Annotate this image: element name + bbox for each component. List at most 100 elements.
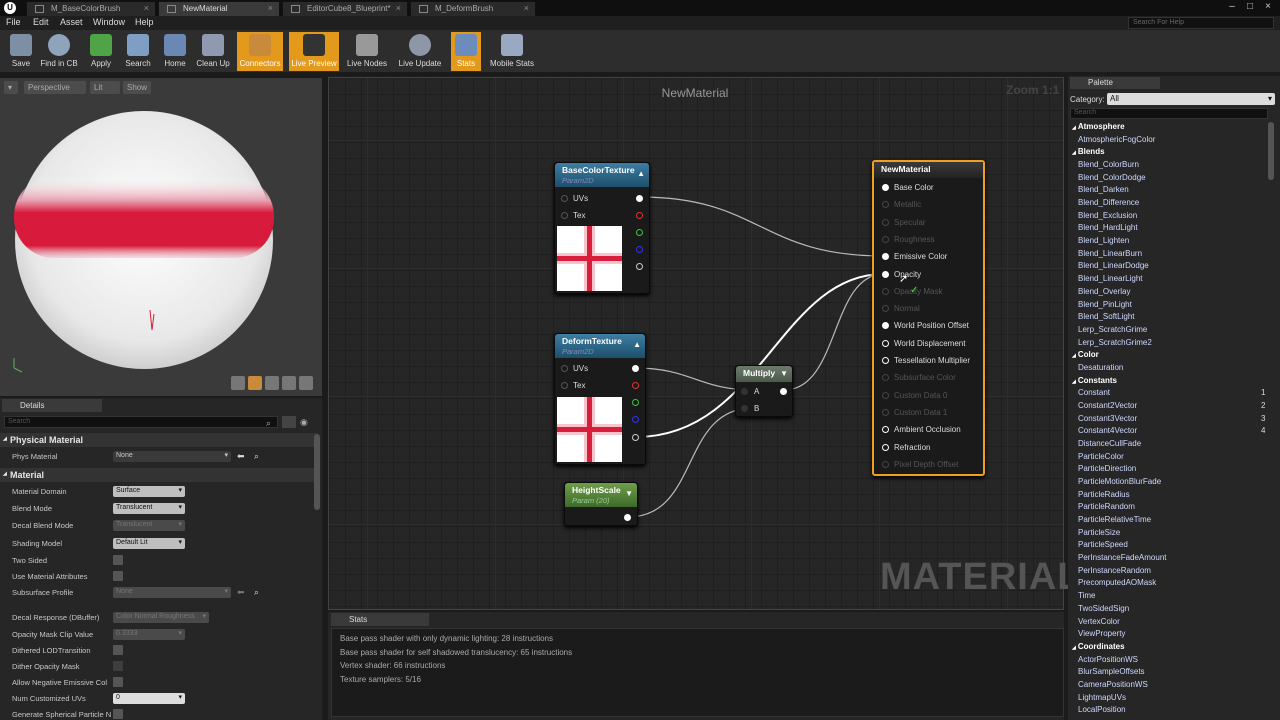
tab-newmaterial[interactable]: NewMaterial × — [158, 1, 280, 16]
result-output-pin[interactable] — [780, 388, 787, 395]
view-options-icon[interactable] — [282, 416, 296, 428]
palette-item[interactable]: Constant4Vector — [1078, 426, 1137, 435]
palette-item[interactable]: ParticleSize — [1078, 528, 1120, 537]
perspective-button[interactable]: Perspective — [24, 81, 86, 94]
palette-item[interactable]: BlurSampleOffsets — [1078, 667, 1145, 676]
material-input-pin[interactable] — [882, 218, 889, 226]
details-tab[interactable]: Details — [2, 399, 102, 412]
palette-item[interactable]: AtmosphericFogColor — [1078, 135, 1155, 144]
preview-viewport[interactable] — [0, 78, 322, 396]
collapse-icon[interactable]: ▲ — [633, 340, 641, 349]
material-category[interactable]: Material ◢ — [0, 468, 318, 482]
dithered-lod-checkbox[interactable] — [113, 645, 123, 655]
allow-negative-checkbox[interactable] — [113, 677, 123, 687]
palette-item[interactable]: Blend_Darken — [1078, 185, 1129, 194]
tex-input-pin[interactable] — [561, 212, 568, 219]
material-input-pin[interactable] — [882, 426, 889, 434]
stats-tab[interactable]: Stats — [331, 613, 429, 626]
num-customized-uvs-input[interactable]: 0 — [113, 693, 185, 704]
details-scrollbar[interactable] — [314, 434, 320, 510]
live-nodes-button[interactable]: Live Nodes — [346, 32, 388, 71]
r-output-pin[interactable] — [632, 382, 639, 389]
details-search-input[interactable]: Search — [4, 416, 278, 428]
material-input-pin[interactable] — [882, 270, 889, 278]
show-button[interactable]: Show — [123, 81, 151, 94]
viewport-options-icon[interactable]: ▾ — [4, 81, 18, 94]
search-button[interactable]: Search — [119, 32, 157, 71]
menu-asset[interactable]: Asset — [60, 17, 83, 27]
palette-item[interactable]: Desaturation — [1078, 363, 1123, 372]
palette-item[interactable]: Time — [1078, 591, 1095, 600]
palette-item[interactable]: ParticleDirection — [1078, 464, 1136, 473]
node-multiply[interactable]: Multiply ▼ A B — [735, 365, 793, 417]
apply-button[interactable]: Apply — [82, 32, 120, 71]
palette-item[interactable]: Blend_Exclusion — [1078, 211, 1137, 220]
tex-input-pin[interactable] — [561, 382, 568, 389]
material-input-pin[interactable] — [882, 322, 889, 330]
browse-icon[interactable]: ⌕ — [254, 587, 259, 598]
opacity-mask-clip-input[interactable]: 0.3333 — [113, 629, 185, 640]
palette-item[interactable]: ParticleRelativeTime — [1078, 515, 1151, 524]
material-input-pin[interactable] — [882, 305, 889, 313]
material-input-pin[interactable] — [882, 235, 889, 243]
material-domain-dropdown[interactable]: Surface — [113, 486, 185, 497]
close-icon[interactable]: × — [524, 3, 529, 13]
stats-button[interactable]: Stats — [451, 32, 481, 71]
material-input-pin[interactable] — [882, 357, 889, 364]
palette-category[interactable]: ◢ Blends — [1072, 147, 1105, 156]
material-input-pin[interactable] — [882, 408, 889, 416]
palette-scrollbar[interactable] — [1268, 122, 1274, 180]
palette-item[interactable]: Lerp_ScratchGrime2 — [1078, 338, 1152, 347]
shading-model-dropdown[interactable]: Default Lit — [113, 538, 185, 549]
palette-item[interactable]: Blend_Overlay — [1078, 287, 1130, 296]
palette-item[interactable]: Blend_PinLight — [1078, 300, 1132, 309]
material-input-pin[interactable] — [882, 339, 889, 347]
node-base-color-texture[interactable]: BaseColorTexture Param2D ▲ UVs Tex — [554, 162, 650, 294]
node-height-scale[interactable]: HeightScale Param (20) ▼ — [564, 482, 638, 526]
a-output-pin[interactable] — [632, 434, 639, 441]
palette-item[interactable]: Blend_LinearLight — [1078, 274, 1143, 283]
palette-item[interactable]: ParticleSpeed — [1078, 540, 1128, 549]
lit-button[interactable]: Lit — [90, 81, 120, 94]
palette-item[interactable]: DistanceCullFade — [1078, 439, 1141, 448]
tab-m-basecolorbrush[interactable]: M_BaseColorBrush × — [26, 1, 156, 16]
palette-category[interactable]: ◢ Coordinates — [1072, 642, 1125, 651]
use-selected-icon[interactable]: ⬅ — [237, 451, 245, 462]
uvs-input-pin[interactable] — [561, 195, 568, 202]
material-input-pin[interactable] — [882, 287, 889, 295]
minimize-icon[interactable]: – — [1224, 1, 1240, 13]
palette-item[interactable]: CameraPositionWS — [1078, 680, 1148, 689]
palette-item[interactable]: PrecomputedAOMask — [1078, 578, 1156, 587]
collapse-icon[interactable]: ▼ — [780, 369, 788, 378]
palette-item[interactable]: Blend_LinearBurn — [1078, 249, 1142, 258]
value-output-pin[interactable] — [624, 514, 631, 521]
two-sided-checkbox[interactable] — [113, 555, 123, 565]
close-window-icon[interactable]: × — [1260, 1, 1276, 13]
generate-spherical-checkbox[interactable] — [113, 709, 123, 719]
rgb-output-pin[interactable] — [636, 195, 643, 202]
material-input-pin[interactable] — [882, 201, 889, 209]
r-output-pin[interactable] — [636, 212, 643, 219]
find-in-cb-button[interactable]: Find in CB — [40, 32, 78, 71]
connectors-button[interactable]: Connectors — [237, 32, 283, 71]
rgb-output-pin[interactable] — [632, 365, 639, 372]
palette-item[interactable]: Blend_Difference — [1078, 198, 1139, 207]
mobile-stats-button[interactable]: Mobile Stats — [488, 32, 536, 71]
palette-item[interactable]: ParticleMotionBlurFade — [1078, 477, 1161, 486]
save-button[interactable]: Save — [2, 32, 40, 71]
palette-item[interactable]: ActorPositionWS — [1078, 655, 1138, 664]
node-new-material[interactable]: NewMaterial Base Color Metallic Specular Ro… — [872, 160, 985, 476]
palette-item[interactable]: LocalPosition — [1078, 705, 1126, 714]
category-dropdown[interactable]: All ▾ — [1107, 93, 1275, 105]
palette-item[interactable]: PerInstanceFadeAmount — [1078, 553, 1167, 562]
maximize-icon[interactable]: □ — [1242, 1, 1258, 13]
palette-item[interactable]: PerInstanceRandom — [1078, 566, 1151, 575]
help-search-input[interactable]: Search For Help — [1128, 17, 1274, 29]
material-input-pin[interactable] — [882, 253, 889, 261]
b-input-pin[interactable] — [741, 405, 748, 412]
material-input-pin[interactable] — [882, 391, 889, 399]
palette-item[interactable]: ViewProperty — [1078, 629, 1125, 638]
menu-help[interactable]: Help — [135, 17, 154, 27]
home-button[interactable]: Home — [156, 32, 194, 71]
palette-item[interactable]: VertexColor — [1078, 617, 1120, 626]
